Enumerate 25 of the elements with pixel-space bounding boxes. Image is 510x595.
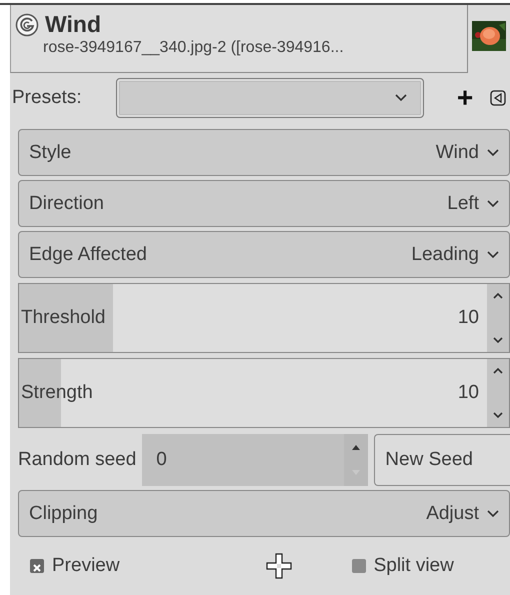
setting-dropdown[interactable]: Direction Left — [18, 180, 510, 227]
gimp-logo-icon — [15, 12, 39, 36]
setting-dropdown[interactable]: Style Wind — [18, 129, 510, 176]
new-seed-button[interactable]: New Seed — [374, 434, 510, 486]
chevron-icon — [395, 94, 407, 102]
chevron-icon — [487, 148, 499, 156]
crosshair-icon[interactable] — [266, 553, 292, 579]
add-preset-button[interactable]: + — [452, 84, 478, 112]
chevron-icon — [487, 250, 499, 258]
random-seed-label: Random seed — [18, 449, 136, 471]
setting-dropdown[interactable]: Edge Affected Leading — [18, 231, 510, 278]
chevron-icon — [487, 510, 499, 518]
checkbox-icon[interactable] — [30, 559, 44, 573]
checkbox-label[interactable]: Preview — [52, 555, 120, 577]
checkbox-icon[interactable] — [352, 559, 366, 573]
seed-field[interactable]: 0 — [142, 434, 344, 486]
presets-dropdown[interactable] — [116, 78, 424, 118]
image-name: rose-3949167__340.jpg-2 ([rose-394916... — [43, 39, 345, 57]
dialog-title: Wind — [45, 11, 101, 38]
setting-dropdown[interactable]: Clipping Adjust — [18, 490, 510, 537]
checkbox-label[interactable]: Split view — [374, 555, 454, 577]
presets-label: Presets: — [12, 87, 83, 109]
spin-up-icon[interactable] — [351, 444, 362, 450]
menu-icon[interactable] — [490, 90, 506, 106]
chevron-icon — [487, 200, 499, 208]
